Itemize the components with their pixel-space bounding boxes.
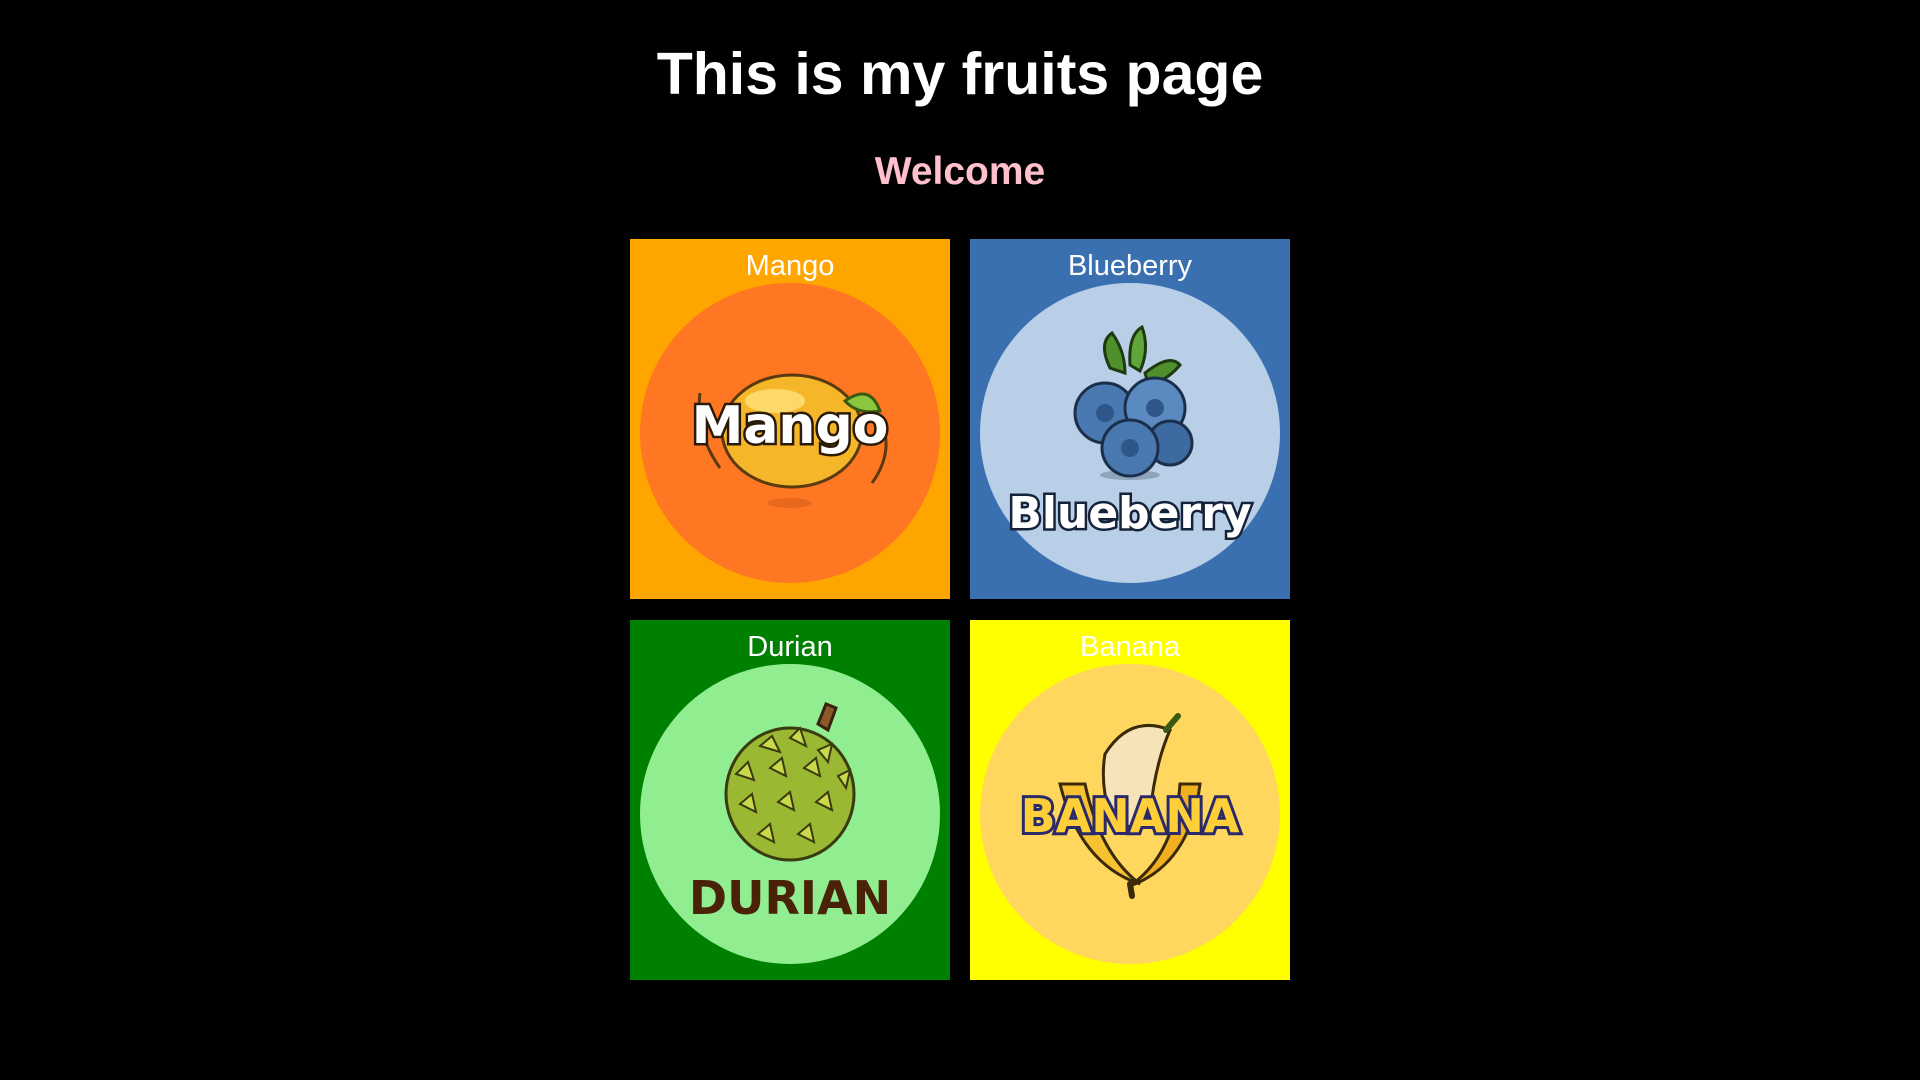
fruits-page: This is my fruits page Welcome Mango Man… xyxy=(0,0,1920,1080)
fruit-card-label: Mango xyxy=(745,250,835,282)
mango-logo: Mango xyxy=(640,283,940,583)
durian-icon: DURIAN xyxy=(689,702,891,925)
fruit-card-banana[interactable]: Banana BANANA xyxy=(970,620,1290,980)
fruit-card-label: Banana xyxy=(1080,631,1180,663)
blueberry-logo-text: Blueberry xyxy=(1008,488,1251,539)
durian-logo-text: DURIAN xyxy=(689,871,891,925)
banana-icon: BANANA xyxy=(1018,713,1243,899)
fruit-grid: Mango Mango Blueberry Blueberry Durian D… xyxy=(630,239,1290,980)
fruit-card-durian[interactable]: Durian DURIAN xyxy=(630,620,950,980)
durian-logo: DURIAN xyxy=(640,664,940,964)
page-title: This is my fruits page xyxy=(656,41,1264,107)
mango-icon: Mango xyxy=(689,373,891,508)
banana-logo: BANANA xyxy=(980,664,1280,964)
blueberry-icon: Blueberry xyxy=(1006,324,1254,542)
fruit-card-mango[interactable]: Mango Mango xyxy=(630,239,950,599)
mango-logo-text: Mango xyxy=(692,396,889,456)
fruit-card-label: Blueberry xyxy=(1067,250,1193,282)
fruit-card-blueberry[interactable]: Blueberry Blueberry xyxy=(970,239,1290,599)
blueberry-logo: Blueberry xyxy=(980,283,1280,583)
banana-logo-text: BANANA xyxy=(1021,789,1240,843)
fruit-card-label: Durian xyxy=(747,631,833,663)
welcome-heading: Welcome xyxy=(874,150,1046,193)
